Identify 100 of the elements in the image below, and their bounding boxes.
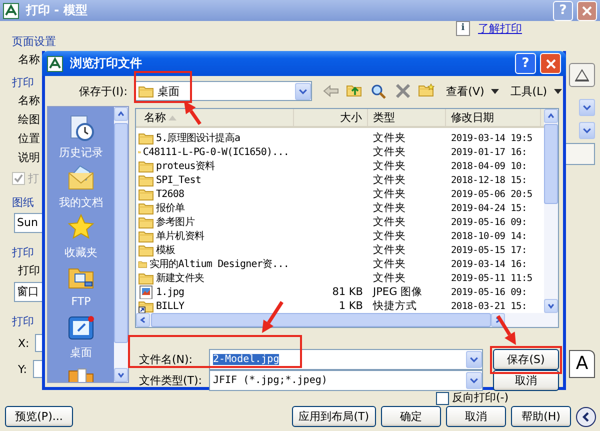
folder-icon — [138, 201, 154, 215]
scroll-thumb[interactable] — [544, 124, 558, 204]
file-name-cell[interactable]: SPI_Test — [136, 173, 294, 187]
file-name-cell[interactable]: BILLY — [136, 299, 294, 313]
field-label: 位置 — [17, 131, 40, 148]
up-folder-icon — [346, 83, 364, 99]
chevron-left-icon — [581, 412, 591, 422]
field-label: 保存于(I): — [78, 84, 128, 98]
table-cell-text: 2018-03-21 15: — [450, 300, 528, 312]
table-cell-text: 文件夹 — [372, 159, 407, 173]
scroll-thumb[interactable] — [151, 313, 491, 327]
column-header[interactable]: 类型 — [368, 109, 446, 126]
field-label: 文件类型(T): — [138, 373, 204, 388]
help-button[interactable]: ? — [515, 53, 536, 74]
file-name-cell[interactable]: 单片机资料 — [136, 229, 294, 243]
table-cell-text: 2019-05-16 09: — [450, 286, 528, 298]
close-icon — [582, 6, 592, 16]
folder-icon — [138, 215, 154, 229]
window-title: 打印 - 模型 — [26, 2, 88, 20]
triangle-icon — [574, 68, 590, 82]
table-cell-text: 2019-05-11 11:5 — [450, 272, 534, 284]
field-label: Y: — [18, 362, 27, 376]
caret-icon — [298, 86, 308, 96]
table-cell-text: 2019-01-17 16: — [450, 146, 528, 158]
file-name-cell[interactable]: 参考图片 — [136, 215, 294, 229]
dialog-button[interactable]: 取消 — [446, 406, 506, 428]
field-label: 绘图 — [17, 112, 40, 128]
table-cell-text: 2019-05-15 17: — [450, 244, 528, 256]
file-name-cell[interactable]: C48111-L-PG-0-W(IC1650)... — [136, 145, 294, 159]
input-field[interactable] — [563, 143, 595, 166]
dropdown-button[interactable] — [295, 82, 312, 100]
table-cell-text: 81 KB — [331, 286, 364, 298]
highlight-rectangle — [134, 71, 192, 103]
dropdown-button[interactable] — [466, 372, 482, 389]
table-cell-text: 2018-04-09 10: — [450, 160, 528, 172]
checkbox[interactable] — [436, 392, 449, 406]
table-cell-text: 文件夹 — [372, 145, 407, 159]
cancel-button[interactable]: 取消 — [493, 370, 559, 391]
scroll-down-button[interactable] — [544, 299, 558, 313]
view-menu[interactable]: 查看(V) — [446, 84, 500, 98]
file-name-cell[interactable]: 报价单 — [136, 201, 294, 215]
field-label: 说明 — [17, 150, 40, 166]
file-type-dropdown[interactable]: JFIF (*.jpg;*.jpeg) — [209, 370, 483, 391]
filename-field[interactable]: 2-Model.jpg — [209, 349, 483, 370]
shortcut-folder-icon — [138, 299, 154, 313]
dialog-button[interactable]: 帮助(H) — [511, 406, 571, 428]
info-icon: i — [456, 20, 470, 36]
app-icon — [3, 2, 19, 19]
field-label: 名称 — [17, 52, 40, 68]
scroll-up-button[interactable] — [114, 107, 128, 121]
location-dropdown[interactable]: 桌面 — [135, 81, 312, 101]
scroll-left-button[interactable] — [136, 313, 150, 327]
left-caret-icon — [139, 316, 147, 324]
table-cell-text: 2019-03-14 16: — [450, 258, 528, 270]
field-label: X: — [18, 336, 30, 350]
scroll-up-button[interactable] — [544, 109, 558, 123]
scroll-down-button[interactable] — [114, 368, 128, 382]
file-name-cell[interactable]: 新建文件夹 — [136, 271, 294, 285]
file-name-cell[interactable]: 5.原理图设计提高a — [136, 131, 294, 145]
down-caret-icon — [547, 302, 555, 310]
caret-icon — [469, 355, 479, 364]
table-cell-text: 快捷方式 — [372, 299, 418, 313]
group-title: 页面设置 — [12, 35, 56, 48]
close-icon — [546, 58, 556, 68]
up-caret-icon — [117, 110, 125, 118]
caret-icon — [553, 86, 563, 96]
horizontal-scrollbar[interactable] — [136, 313, 558, 327]
table-cell-text: 文件夹 — [372, 229, 407, 243]
collapse-button[interactable] — [576, 406, 596, 427]
tools-menu[interactable]: 工具(L) — [510, 84, 563, 98]
dropdown-button[interactable] — [466, 351, 482, 368]
help-link[interactable]: 了解打印 — [478, 20, 522, 36]
column-header[interactable]: 大小 — [294, 109, 368, 126]
column-header[interactable]: 修改日期 — [446, 109, 541, 126]
page-preview: A — [569, 350, 595, 378]
table-cell-text: 文件夹 — [372, 257, 407, 271]
dropdown-button[interactable] — [579, 122, 595, 140]
vertical-scrollbar[interactable] — [544, 109, 558, 313]
scroll-thumb[interactable] — [114, 123, 128, 343]
close-button[interactable] — [540, 53, 561, 74]
table-cell-text: 2019-04-24 15: — [450, 202, 528, 214]
dropdown-button[interactable] — [579, 99, 595, 116]
back-arrow-icon — [322, 83, 340, 99]
caret-icon — [469, 376, 479, 385]
preview-button[interactable]: 预览(P)... — [5, 406, 73, 428]
file-name-cell[interactable]: proteus资料 — [136, 159, 294, 173]
dialog-title: 浏览打印文件 — [70, 55, 142, 72]
file-name-cell[interactable]: 模板 — [136, 243, 294, 257]
file-name-cell[interactable]: 实用的Altium Designer资... — [136, 257, 294, 271]
save-button[interactable]: 保存(S) — [493, 349, 559, 370]
highlight-rectangle — [490, 346, 562, 374]
file-name-cell[interactable]: 1.jpg — [136, 285, 294, 299]
table-cell-text: 1 KB — [338, 300, 364, 312]
file-name-cell[interactable]: T2608 — [136, 187, 294, 201]
close-button[interactable] — [577, 0, 597, 21]
dialog-button[interactable]: 确定 — [381, 406, 441, 428]
icon-button[interactable] — [569, 63, 595, 88]
vertical-scrollbar[interactable] — [114, 107, 128, 382]
table-cell-text: 2019-05-16 09: — [450, 216, 528, 228]
dialog-button[interactable]: 应用到布局(T) — [292, 406, 376, 428]
